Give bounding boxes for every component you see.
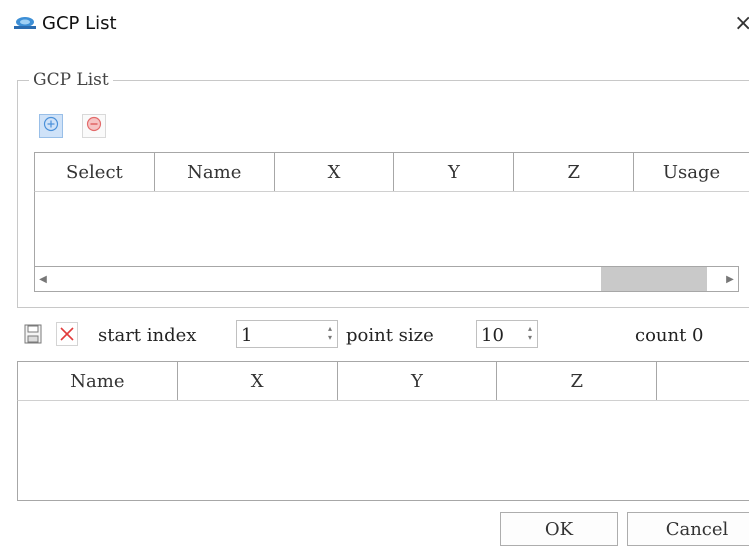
ok-button[interactable]: OK [500,512,618,546]
count-label: count 0 [635,325,704,346]
start-index-label: start index [98,325,197,346]
points-grid-body[interactable] [17,401,749,501]
column-header-x[interactable]: X [275,153,395,191]
title-bar: GCP List × [0,0,749,50]
start-index-spinbox[interactable]: 1 ▴ ▾ [236,320,338,348]
scroll-left-icon[interactable]: ◀ [35,267,51,291]
column-header-usage[interactable]: Usage [634,153,749,191]
gcp-grid-horizontal-scrollbar[interactable]: ◀ ▶ [34,266,739,292]
gcp-grid-header: Select Name X Y Z Usage [34,152,749,192]
scroll-thumb[interactable] [601,267,707,291]
gcp-grid-body[interactable] [34,192,749,266]
point-toolbar: start index 1 ▴ ▾ point size 10 ▴ ▾ count … [0,318,749,354]
spin-arrows-icon[interactable]: ▴ ▾ [326,324,334,344]
column-header-z[interactable]: Z [514,153,635,191]
spin-arrows-icon[interactable]: ▴ ▾ [526,324,534,344]
scroll-right-icon[interactable]: ▶ [722,267,738,291]
column-header-y[interactable]: Y [338,362,498,400]
column-header-name[interactable]: Name [18,362,178,400]
point-size-spinbox[interactable]: 10 ▴ ▾ [476,320,538,348]
column-header-z[interactable]: Z [497,362,658,400]
column-header-extra[interactable] [657,362,749,400]
cancel-button[interactable]: Cancel [627,512,749,546]
point-size-label: point size [346,325,434,346]
delete-x-icon[interactable] [56,322,78,346]
add-gcp-button[interactable] [39,114,63,138]
points-grid-header: Name X Y Z [17,361,749,401]
column-header-y[interactable]: Y [394,153,515,191]
minus-circle-icon [86,116,102,136]
window-title: GCP List [42,13,117,34]
start-index-value[interactable]: 1 [241,325,252,346]
remove-gcp-button[interactable] [82,114,106,138]
close-icon[interactable]: × [734,10,749,38]
save-icon[interactable] [22,322,44,346]
column-header-name[interactable]: Name [155,153,275,191]
gcp-group-legend: GCP List [29,70,113,90]
logo-icon [13,15,37,33]
point-size-value[interactable]: 10 [481,325,504,346]
column-header-x[interactable]: X [178,362,338,400]
plus-circle-icon [43,116,59,136]
column-header-select[interactable]: Select [35,153,155,191]
